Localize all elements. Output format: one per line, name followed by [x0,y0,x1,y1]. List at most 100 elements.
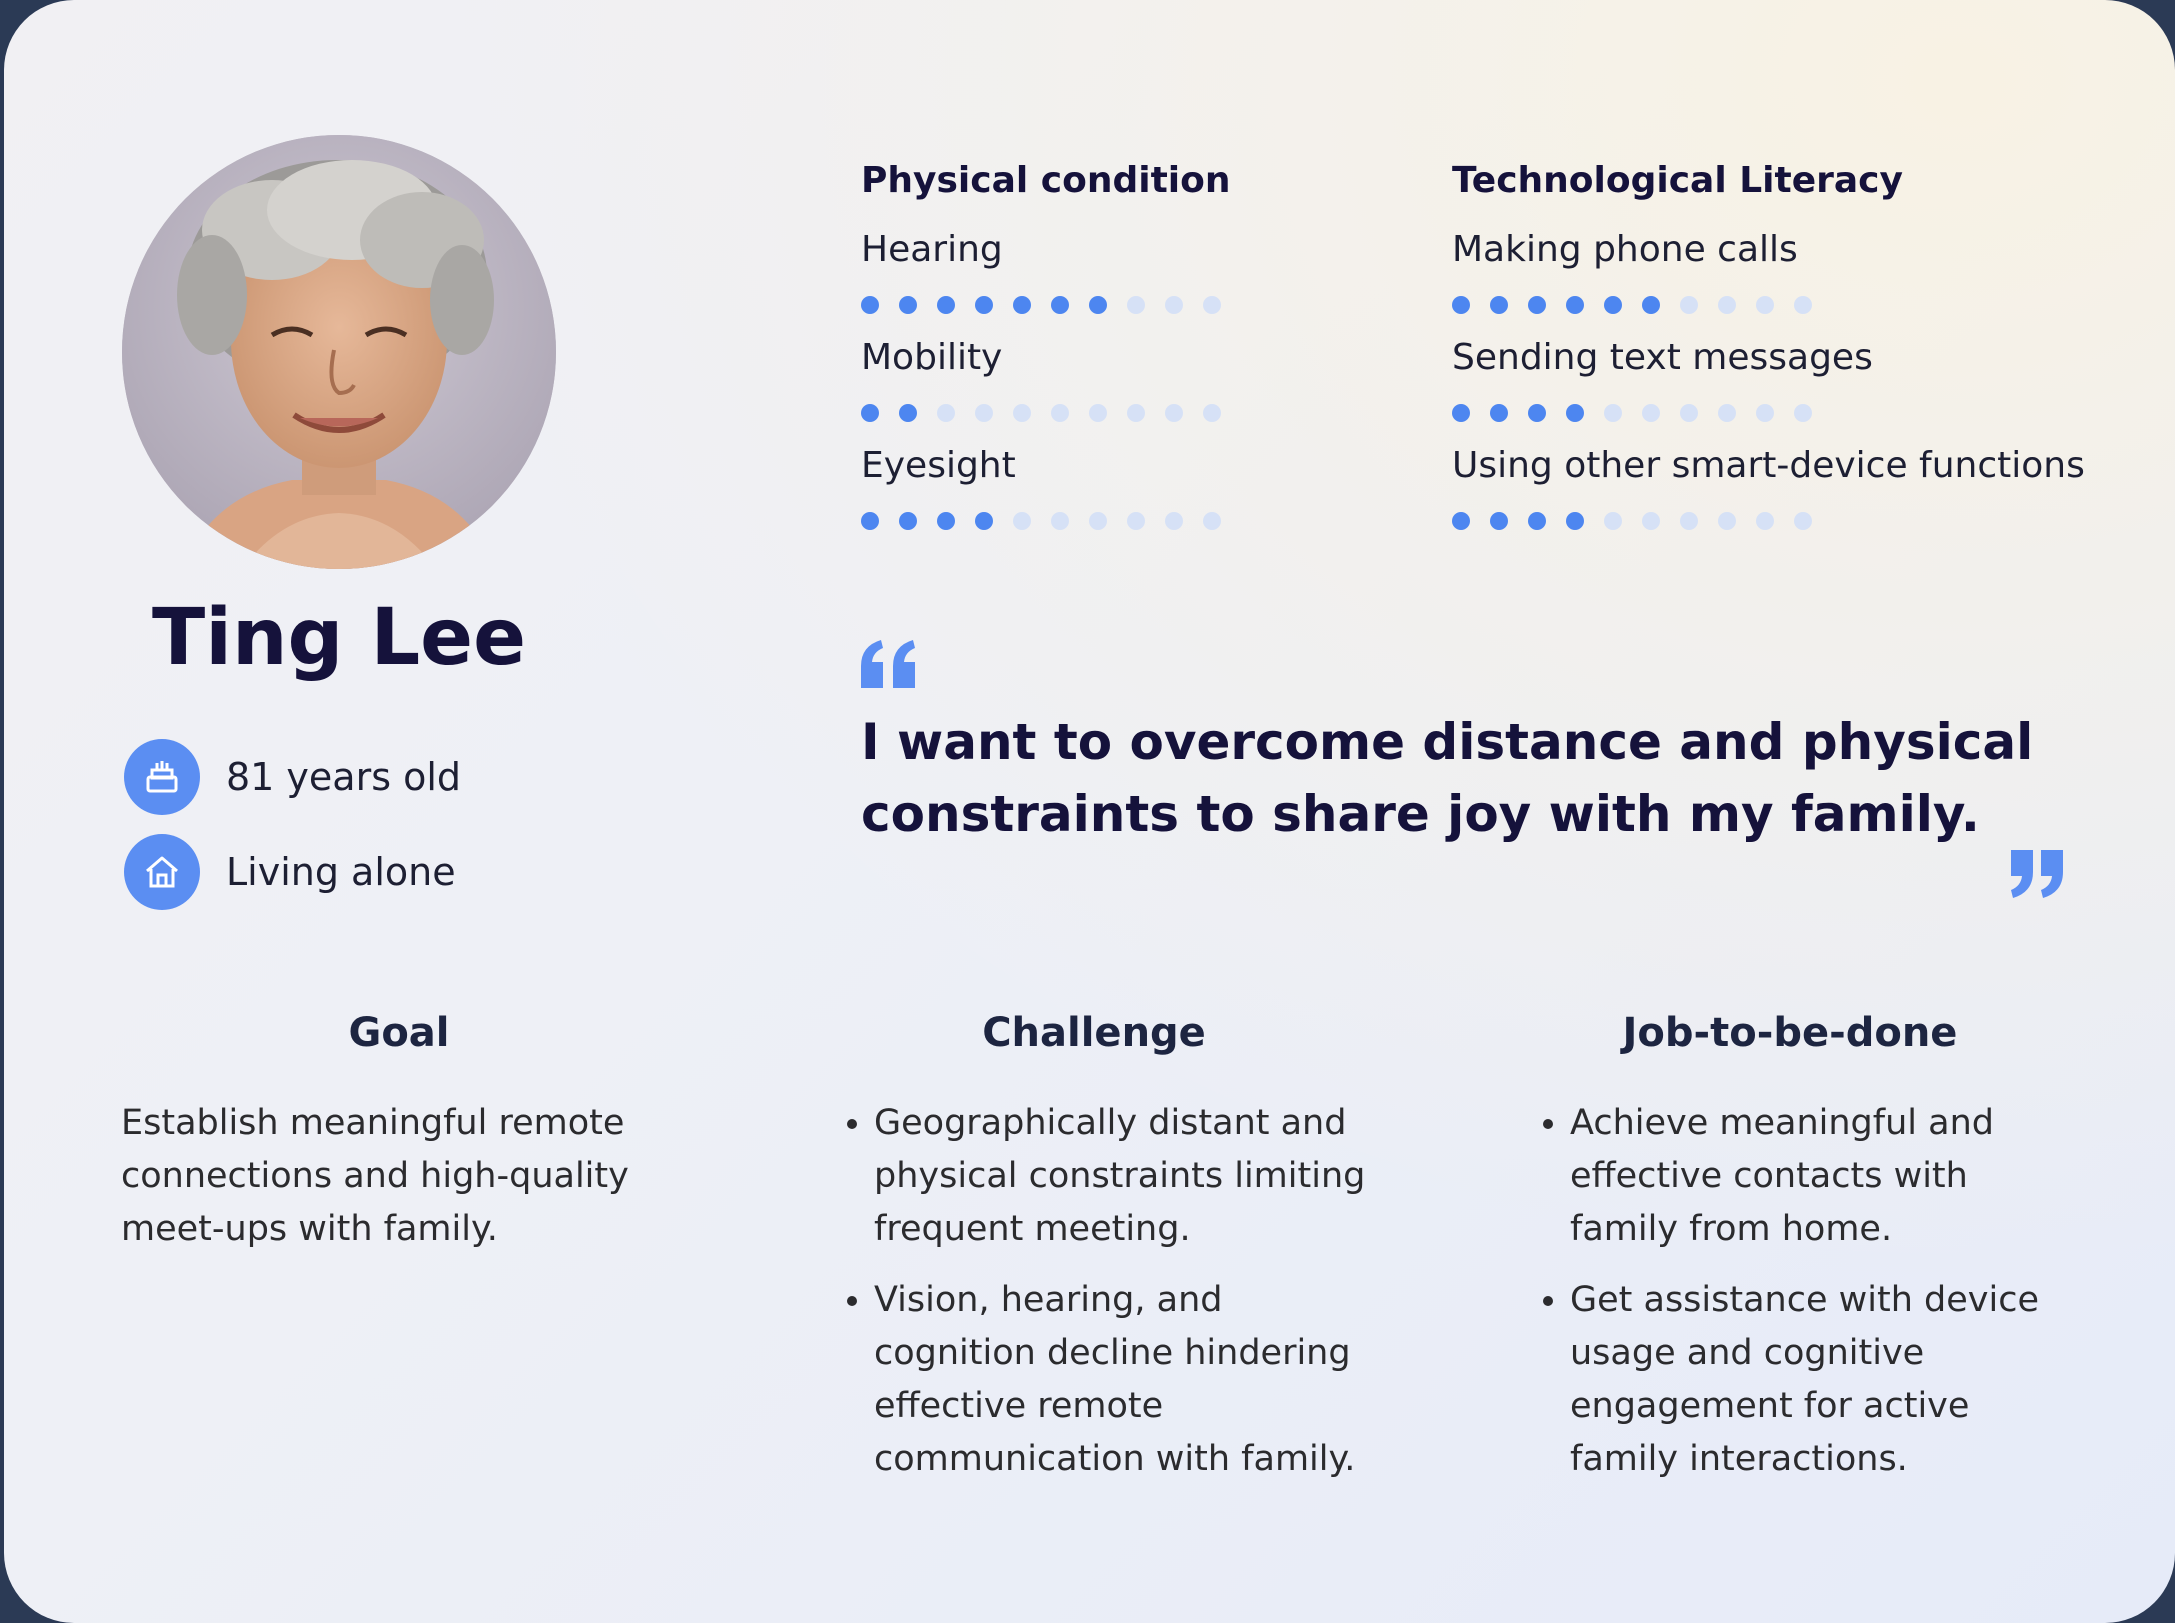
rating-phone-calls [1452,296,1812,314]
rating-dot-filled [861,404,879,422]
text-line: effective remote [874,1386,1164,1426]
rating-dot-filled [1528,512,1546,530]
rating-dot-empty [1642,512,1660,530]
rating-dot-empty [1051,512,1069,530]
rating-dot-empty [1089,404,1107,422]
rating-dot-empty [975,404,993,422]
rating-text-messages [1452,404,1812,422]
rating-dot-empty [1203,404,1221,422]
rating-dot-empty [1165,512,1183,530]
text-line: Geographically distant and [874,1103,1347,1143]
tech-literacy-title: Technological Literacy [1452,160,1903,201]
rating-dot-empty [1794,296,1812,314]
rating-dot-filled [1604,296,1622,314]
rating-dot-filled [899,404,917,422]
rating-hearing [861,296,1221,314]
persona-name: Ting Lee [152,593,526,683]
text-line: physical constraints limiting [874,1156,1366,1196]
text-line: communication with family. [874,1439,1356,1479]
rating-dot-filled [1013,296,1031,314]
rating-eyesight [861,512,1221,530]
skill-label-smart-device: Using other smart-device functions [1452,445,2085,486]
rating-dot-filled [899,296,917,314]
goal-line: connections and high-quality [121,1156,629,1196]
rating-dot-empty [1794,404,1812,422]
skill-label-eyesight: Eyesight [861,445,1016,486]
rating-dot-empty [1165,296,1183,314]
open-quote-icon [861,640,915,688]
rating-dot-filled [861,512,879,530]
rating-dot-empty [1089,512,1107,530]
rating-mobility [861,404,1221,422]
rating-dot-empty [1718,512,1736,530]
rating-dot-filled [1452,296,1470,314]
rating-dot-empty [1127,404,1145,422]
rating-dot-empty [1794,512,1812,530]
goal-line: meet-ups with family. [121,1209,498,1249]
rating-dot-filled [1490,512,1508,530]
rating-dot-empty [1165,404,1183,422]
rating-dot-filled [1566,512,1584,530]
age-text: 81 years old [226,755,462,799]
rating-dot-filled [1528,404,1546,422]
living-text: Living alone [226,850,456,894]
rating-dot-empty [1203,296,1221,314]
goal-line: Establish meaningful remote [121,1103,625,1143]
rating-dot-empty [1718,296,1736,314]
rating-dot-empty [1718,404,1736,422]
challenge-title: Challenge [982,1010,1206,1056]
living-row: Living alone [124,832,456,912]
rating-dot-filled [1528,296,1546,314]
rating-smart-device [1452,512,1812,530]
quote-line-1: I want to overcome distance and physical [861,713,2034,771]
skill-label-mobility: Mobility [861,337,1003,378]
rating-dot-empty [1756,512,1774,530]
rating-dot-filled [861,296,879,314]
rating-dot-empty [1013,512,1031,530]
rating-dot-empty [937,404,955,422]
age-row: 81 years old [124,737,461,817]
rating-dot-empty [1604,404,1622,422]
home-icon [124,834,200,910]
rating-dot-filled [937,512,955,530]
skill-label-hearing: Hearing [861,229,1003,270]
text-line: effective contacts with [1570,1156,1968,1196]
challenge-list: Geographically distant and physical cons… [830,1097,1434,1504]
rating-dot-filled [937,296,955,314]
rating-dot-filled [1566,404,1584,422]
avatar [122,135,556,569]
rating-dot-filled [1452,512,1470,530]
rating-dot-empty [1604,512,1622,530]
rating-dot-empty [1013,404,1031,422]
rating-dot-filled [975,296,993,314]
text-line: cognition decline hindering [874,1333,1351,1373]
rating-dot-empty [1680,512,1698,530]
quote-line-2: constraints to share joy with my family. [861,785,1980,843]
rating-dot-filled [1051,296,1069,314]
rating-dot-empty [1642,404,1660,422]
text-line: engagement for active [1570,1386,1970,1426]
persona-quote: I want to overcome distance and physical… [861,706,2041,850]
rating-dot-empty [1680,404,1698,422]
job-item: Get assistance with device usage and cog… [1570,1274,2130,1486]
text-line: frequent meeting. [874,1209,1191,1249]
close-quote-icon [2011,850,2063,898]
rating-dot-empty [1051,404,1069,422]
skill-label-text-messages: Sending text messages [1452,337,1873,378]
text-line: Achieve meaningful and [1570,1103,1994,1143]
text-line: family interactions. [1570,1439,1908,1479]
rating-dot-filled [1642,296,1660,314]
rating-dot-filled [1089,296,1107,314]
rating-dot-filled [1452,404,1470,422]
birthday-cake-icon [124,739,200,815]
text-line: usage and cognitive [1570,1333,1925,1373]
rating-dot-empty [1203,512,1221,530]
rating-dot-filled [1490,404,1508,422]
challenge-item: Geographically distant and physical cons… [874,1097,1434,1256]
goal-title: Goal [348,1010,450,1056]
rating-dot-filled [1566,296,1584,314]
goal-text: Establish meaningful remote connections … [121,1097,681,1256]
challenge-item: Vision, hearing, and cognition decline h… [874,1274,1434,1486]
job-title: Job-to-be-done [1622,1010,1958,1056]
rating-dot-filled [975,512,993,530]
